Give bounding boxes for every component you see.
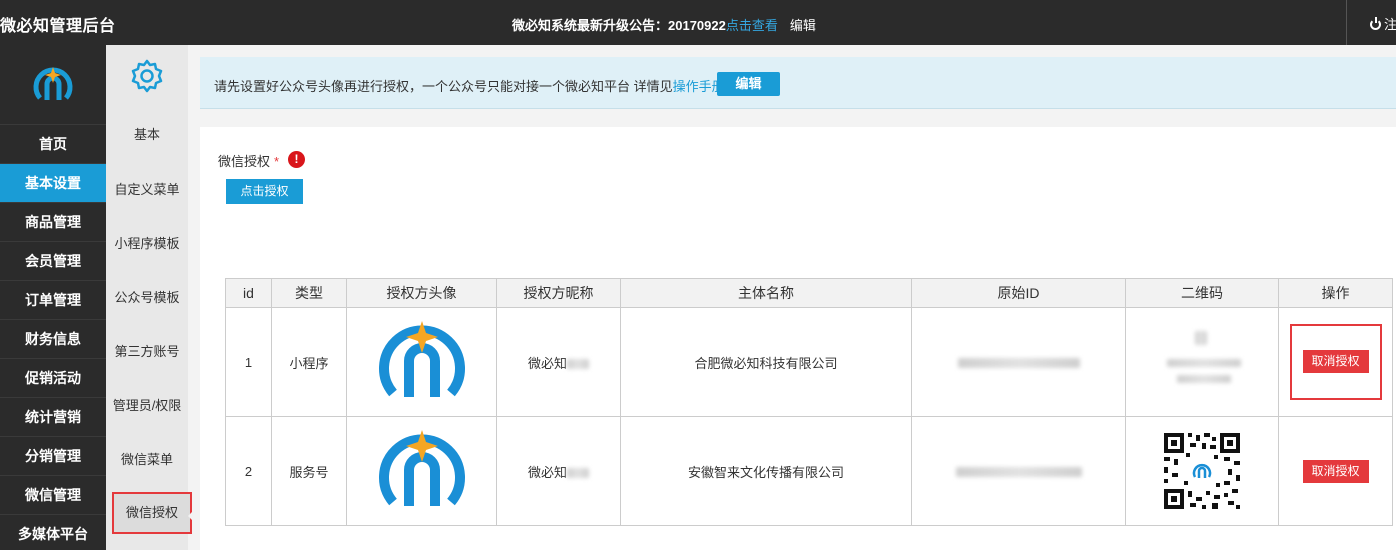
app-logo (0, 45, 106, 125)
col-nickname: 授权方昵称 (496, 278, 621, 308)
col-id: id (225, 278, 272, 308)
sidebar-item-2[interactable]: 商品管理 (0, 203, 106, 242)
redacted-qrcode (1157, 330, 1247, 391)
settings-header (106, 45, 188, 107)
subnav-third-party-account[interactable]: 第三方账号 (106, 325, 188, 379)
gear-icon (131, 59, 163, 93)
table-row: 2 服务号 微必知 安徽智来文化传播有限公司 取消授权 (225, 416, 1393, 526)
nickname-text: 微必知 (527, 355, 567, 371)
col-qrcode: 二维码 (1125, 278, 1279, 308)
table-row: 1 小程序 微必知 合肥微必知科技有限公司 取消授权 (225, 307, 1393, 417)
subnav-basic[interactable]: 基本 (106, 107, 188, 163)
auth-panel: 微信授权 * ! 点击授权 id 类型 授权方头像 授权方昵称 主体名称 原始ID… (200, 127, 1396, 550)
tip-message: 请先设置好公众号头像再进行授权，一个公众号只能对接一个微必知平台 详情见 (214, 79, 673, 94)
avatar-logo-icon (378, 429, 465, 506)
row-qrcode (1125, 416, 1279, 526)
sidebar-item-6[interactable]: 促销活动 (0, 359, 106, 398)
subnav-wechat-auth[interactable]: 微信授权 (112, 492, 192, 534)
brand-title: 微必知管理后台 (0, 18, 116, 35)
subnav-custom-menu[interactable]: 自定义菜单 (106, 163, 188, 217)
required-mark: * (274, 154, 280, 169)
sidebar-item-1[interactable]: 基本设置 (0, 164, 106, 203)
row-action: 取消授权 (1278, 307, 1393, 417)
sub-sidebar: 基本 自定义菜单 小程序模板 公众号模板 第三方账号 管理员/权限 微信菜单 微… (106, 45, 192, 550)
notice-text: 微必知系统最新升级公告：20170922 (512, 18, 726, 33)
cancel-auth-button[interactable]: 取消授权 (1302, 459, 1369, 483)
subnav-admin-permissions[interactable]: 管理员/权限 (106, 379, 188, 433)
cancel-auth-button[interactable]: 取消授权 (1302, 350, 1369, 373)
subnav-wechat-menu[interactable]: 微信菜单 (106, 433, 188, 487)
col-action: 操作 (1278, 278, 1393, 308)
row-nickname: 微必知 (496, 416, 621, 526)
col-type: 类型 (271, 278, 347, 308)
upgrade-notice: 微必知系统最新升级公告：20170922点击查看 编辑 (512, 15, 816, 34)
sidebar-item-0[interactable]: 首页 (0, 125, 106, 164)
row-type: 小程序 (271, 307, 347, 417)
tip-edit-button[interactable]: 编辑 (717, 72, 780, 96)
power-icon (1370, 17, 1381, 30)
redacted-text (567, 359, 589, 370)
nickname-text: 微必知 (527, 464, 567, 480)
row-avatar (346, 416, 497, 526)
notice-edit-link[interactable]: 编辑 (790, 18, 816, 33)
table-header-row: id 类型 授权方头像 授权方昵称 主体名称 原始ID 二维码 操作 (225, 278, 1393, 308)
logout-button[interactable]: 注 (1370, 14, 1396, 33)
col-original-id: 原始ID (911, 278, 1126, 308)
qrcode-icon (1162, 431, 1242, 511)
redacted-text (567, 468, 589, 479)
row-id: 2 (225, 416, 272, 526)
auth-label: 微信授权 * (218, 151, 279, 170)
row-action: 取消授权 (1278, 416, 1393, 526)
main-sidebar: 首页 基本设置 商品管理 会员管理 订单管理 财务信息 促销活动 统计营销 分销管理 微信管理 多媒… (0, 45, 106, 550)
sidebar-item-10[interactable]: 多媒体平台 (0, 515, 106, 550)
tip-bar: 请先设置好公众号头像再进行授权，一个公众号只能对接一个微必知平台 详情见操作手册… (200, 57, 1396, 109)
row-entity: 安徽智来文化传播有限公司 (620, 416, 912, 526)
row-original-id (911, 416, 1126, 526)
header-divider (1346, 0, 1347, 45)
sidebar-menu: 首页 基本设置 商品管理 会员管理 订单管理 财务信息 促销活动 统计营销 分销管理 微信管理 多媒… (0, 125, 106, 550)
row-id: 1 (225, 307, 272, 417)
sidebar-item-9[interactable]: 微信管理 (0, 476, 106, 515)
redacted-id (955, 467, 1082, 478)
row-nickname: 微必知 (496, 307, 621, 417)
auth-table: id 类型 授权方头像 授权方昵称 主体名称 原始ID 二维码 操作 1 小程序 (225, 278, 1393, 526)
highlight-box: 取消授权 (1289, 324, 1382, 400)
top-bar: 微必知管理后台 微必知系统最新升级公告：20170922点击查看 编辑 注 (0, 0, 1396, 45)
avatar-logo-icon (378, 320, 465, 397)
row-original-id (911, 307, 1126, 417)
notice-link[interactable]: 点击查看 (726, 18, 778, 33)
row-entity: 合肥微必知科技有限公司 (620, 307, 912, 417)
sidebar-item-7[interactable]: 统计营销 (0, 398, 106, 437)
logout-label: 注 (1384, 17, 1396, 32)
subnav-miniprogram-template[interactable]: 小程序模板 (106, 217, 188, 271)
row-avatar (346, 307, 497, 417)
main-content: 请先设置好公众号头像再进行授权，一个公众号只能对接一个微必知平台 详情见操作手册… (200, 57, 1396, 550)
logo-icon (33, 66, 73, 100)
sidebar-item-5[interactable]: 财务信息 (0, 320, 106, 359)
subnav-official-template[interactable]: 公众号模板 (106, 271, 188, 325)
active-pointer-icon (188, 504, 200, 528)
col-entity: 主体名称 (620, 278, 912, 308)
tip-text: 请先设置好公众号头像再进行授权，一个公众号只能对接一个微必知平台 详情见操作手册 (214, 76, 725, 95)
sidebar-item-4[interactable]: 订单管理 (0, 281, 106, 320)
auth-label-text: 微信授权 (218, 154, 271, 169)
sidebar-item-3[interactable]: 会员管理 (0, 242, 106, 281)
authorize-button[interactable]: 点击授权 (226, 179, 303, 204)
warning-icon[interactable]: ! (288, 151, 305, 168)
row-qrcode (1125, 307, 1279, 417)
sidebar-item-8[interactable]: 分销管理 (0, 437, 106, 476)
redacted-id (957, 358, 1080, 369)
row-type: 服务号 (271, 416, 347, 526)
col-avatar: 授权方头像 (346, 278, 497, 308)
